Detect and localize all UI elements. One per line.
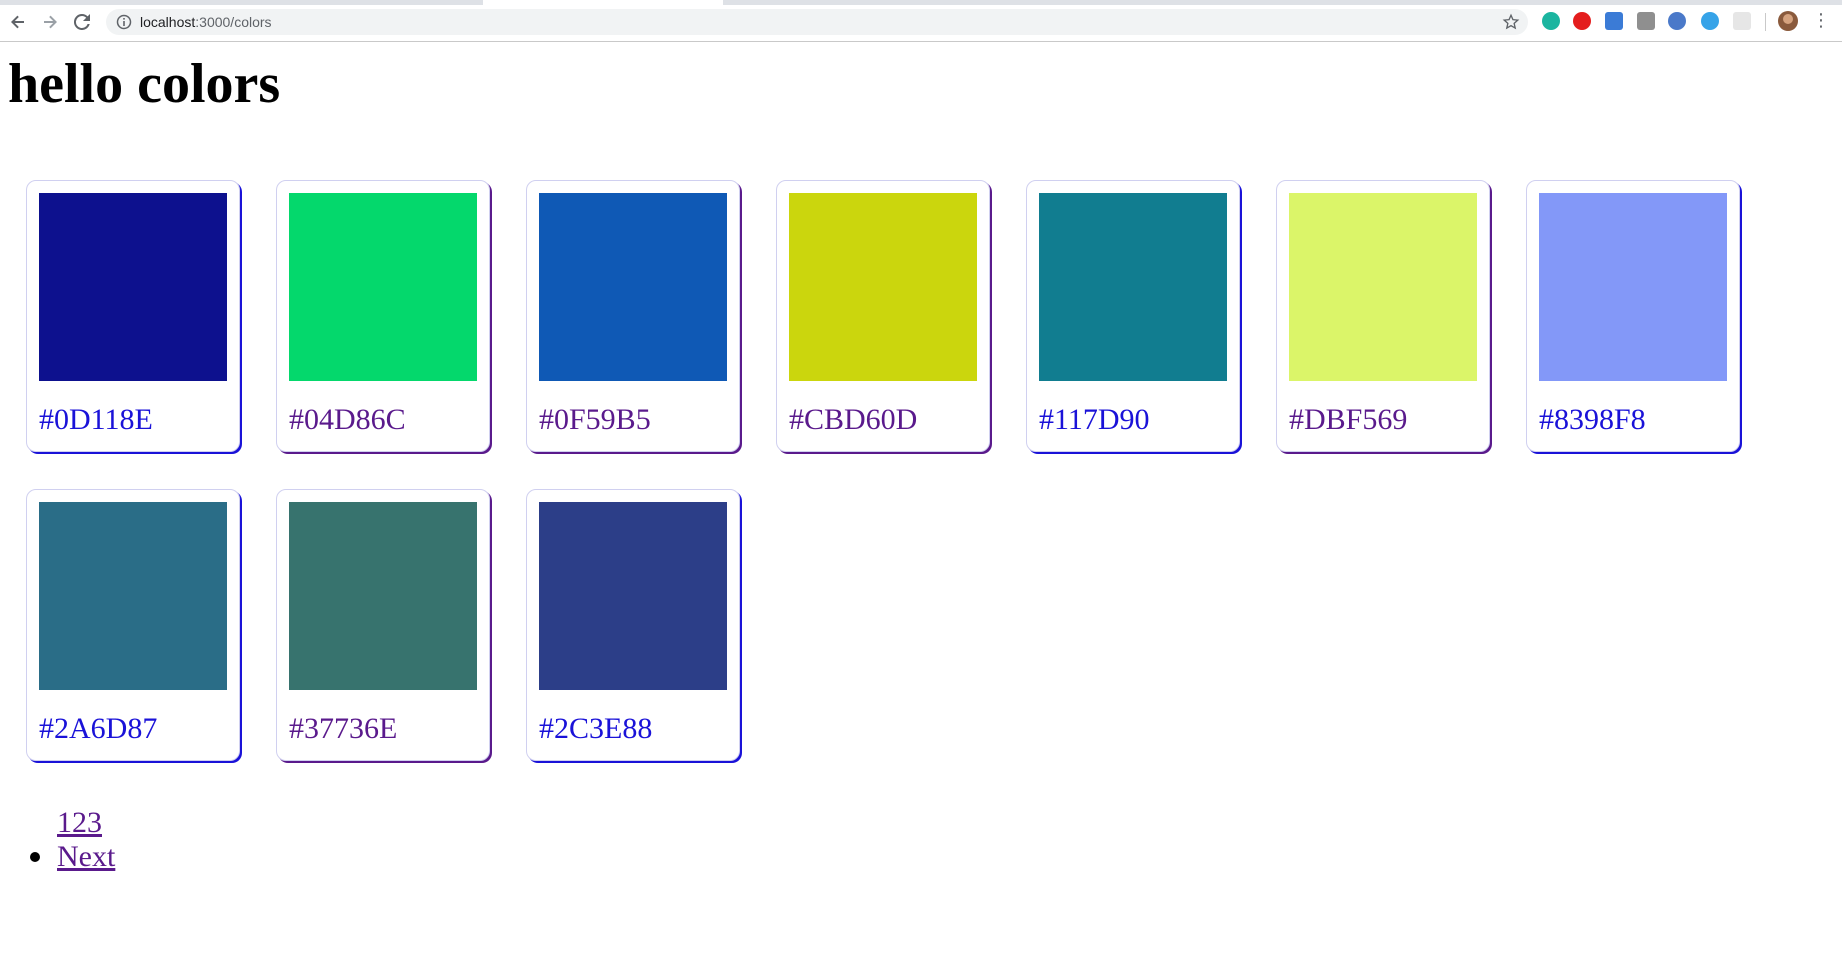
color-card[interactable]: #0F59B5 <box>526 180 740 452</box>
toolbar-divider <box>1765 13 1766 31</box>
color-card[interactable]: #117D90 <box>1026 180 1240 452</box>
reload-icon[interactable] <box>72 12 92 32</box>
color-card[interactable]: #2A6D87 <box>26 489 240 761</box>
color-card[interactable]: #2C3E88 <box>526 489 740 761</box>
extension-tab-icon[interactable] <box>1605 12 1623 30</box>
back-icon[interactable] <box>8 12 28 32</box>
color-swatch[interactable] <box>1289 193 1477 381</box>
color-card[interactable]: #DBF569 <box>1276 180 1490 452</box>
color-hex-link[interactable]: #0D118E <box>39 403 153 437</box>
color-swatch[interactable] <box>539 193 727 381</box>
color-hex-link[interactable]: #2C3E88 <box>539 712 652 746</box>
color-card[interactable]: #0D118E <box>26 180 240 452</box>
browser-toolbar: localhost:3000/colors ⋮ <box>0 0 1842 42</box>
page-title: hello colors <box>8 53 281 115</box>
active-tab[interactable] <box>483 0 723 5</box>
extension-bird-icon[interactable] <box>1701 12 1719 30</box>
color-swatch[interactable] <box>539 502 727 690</box>
color-hex-link[interactable]: #CBD60D <box>789 403 917 437</box>
color-hex-link[interactable]: #0F59B5 <box>539 403 651 437</box>
list-bullet <box>30 852 40 862</box>
profile-avatar[interactable] <box>1778 11 1798 31</box>
bookmark-star-icon[interactable] <box>1502 13 1520 31</box>
color-hex-link[interactable]: #117D90 <box>1039 403 1150 437</box>
color-swatch[interactable] <box>289 502 477 690</box>
color-hex-link[interactable]: #2A6D87 <box>39 712 157 746</box>
info-icon[interactable] <box>116 14 132 30</box>
next-link[interactable]: Next <box>57 840 115 874</box>
extension-shield-icon[interactable] <box>1573 12 1591 30</box>
color-hex-link[interactable]: #37736E <box>289 712 397 746</box>
address-bar[interactable]: localhost:3000/colors <box>106 9 1528 35</box>
color-swatch[interactable] <box>789 193 977 381</box>
color-card[interactable]: #CBD60D <box>776 180 990 452</box>
color-card[interactable]: #8398F8 <box>1526 180 1740 452</box>
color-swatch[interactable] <box>39 193 227 381</box>
color-hex-link[interactable]: #8398F8 <box>1539 403 1646 437</box>
extension-code-icon[interactable] <box>1637 12 1655 30</box>
menu-kebab-icon[interactable]: ⋮ <box>1812 11 1830 31</box>
color-swatch[interactable] <box>1539 193 1727 381</box>
forward-icon[interactable] <box>40 12 60 32</box>
extension-blank-icon[interactable] <box>1733 12 1751 30</box>
tab-strip <box>0 0 1842 5</box>
color-swatch[interactable] <box>1039 193 1227 381</box>
color-hex-link[interactable]: #DBF569 <box>1289 403 1407 437</box>
url-path: :3000/colors <box>195 14 272 30</box>
color-card[interactable]: #04D86C <box>276 180 490 452</box>
color-swatch[interactable] <box>39 502 227 690</box>
color-hex-link[interactable]: #04D86C <box>289 403 406 437</box>
color-card[interactable]: #37736E <box>276 489 490 761</box>
page-links[interactable]: 123 <box>57 806 102 840</box>
extension-search-icon[interactable] <box>1668 12 1686 30</box>
url-host: localhost <box>140 14 196 30</box>
extension-m-icon[interactable] <box>1542 12 1560 30</box>
color-swatch[interactable] <box>289 193 477 381</box>
